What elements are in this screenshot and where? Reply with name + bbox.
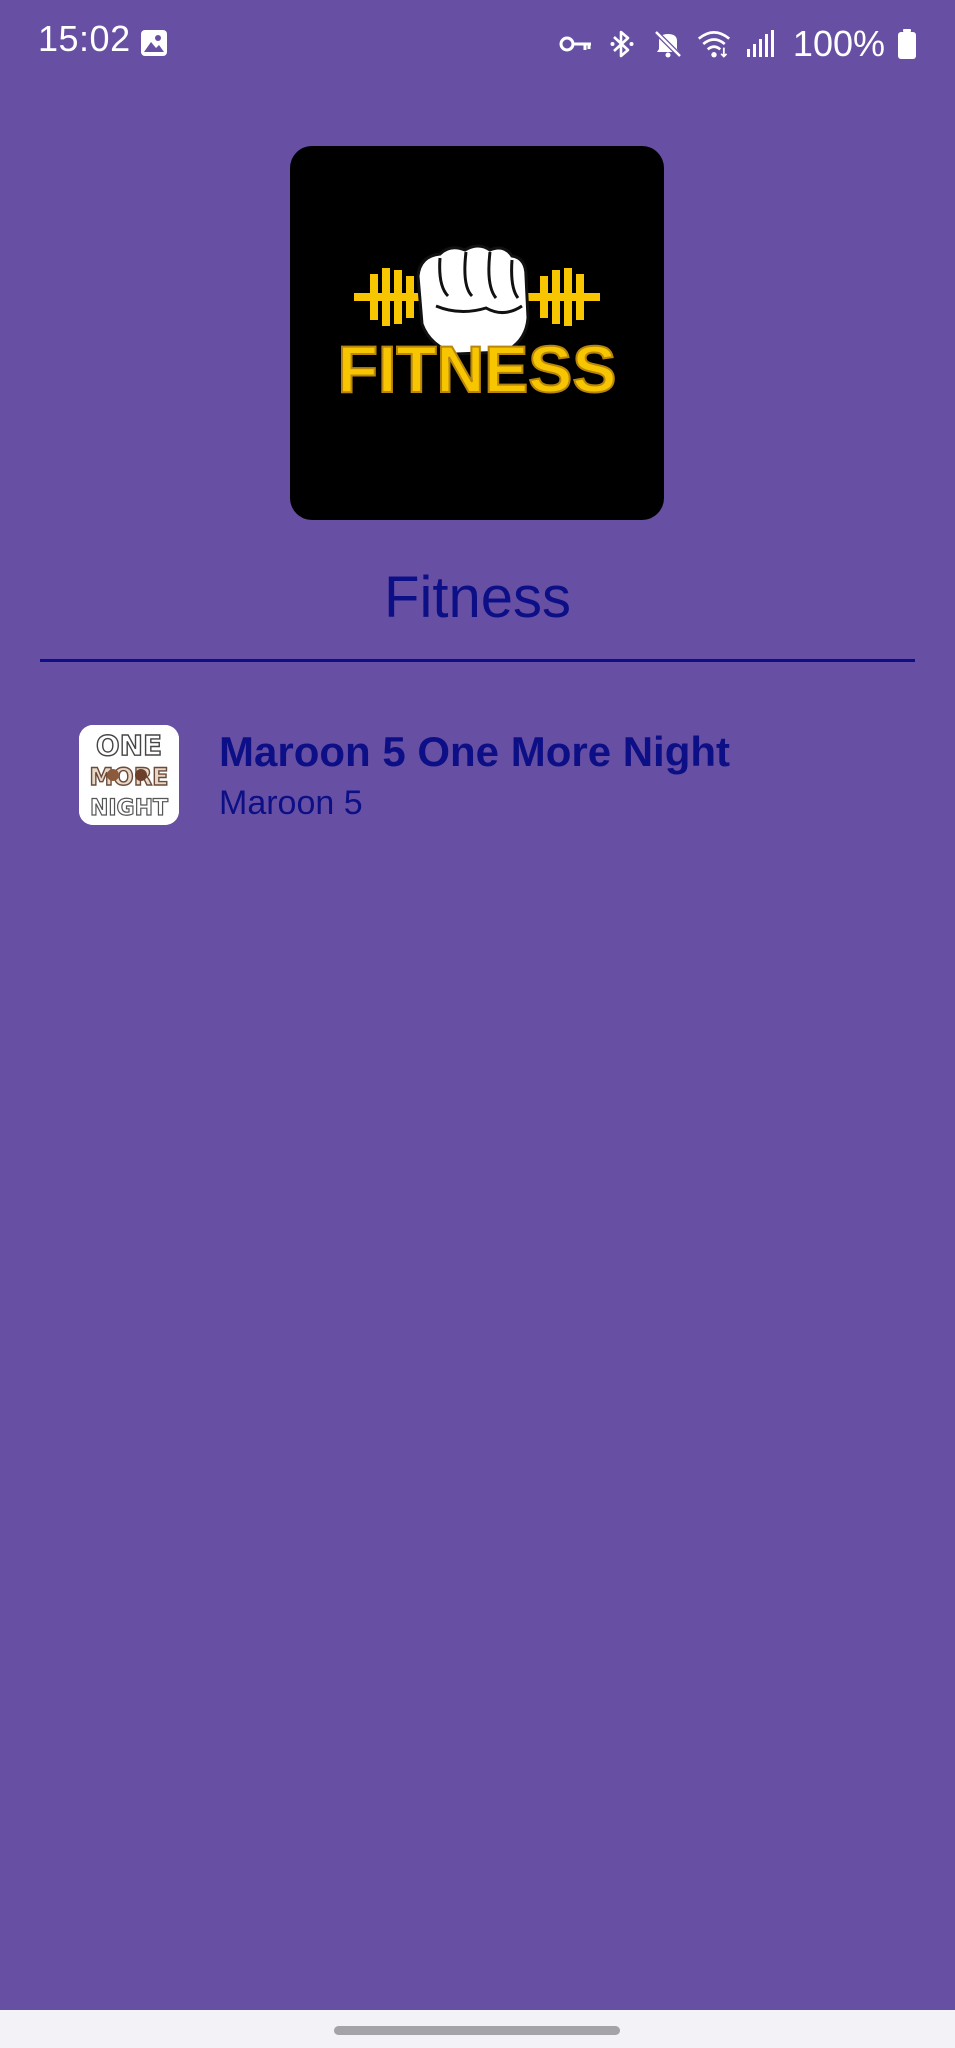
playlist-cover-art: FITNESS	[290, 146, 664, 520]
track-row[interactable]: ONE MORE NIGHT Maroon 5 One More Night M…	[0, 720, 955, 830]
fitness-logo-text: FITNESS	[338, 332, 617, 406]
vpn-key-icon	[559, 27, 593, 61]
system-nav-bar	[0, 2010, 955, 2048]
track-thumbnail: ONE MORE NIGHT	[79, 725, 179, 825]
battery-percent: 100%	[792, 23, 885, 64]
track-title: Maroon 5 One More Night	[219, 728, 731, 775]
gallery-icon	[140, 29, 168, 57]
artwork-line-3: NIGHT	[90, 796, 168, 821]
bluetooth-icon	[605, 27, 639, 61]
signal-icon	[743, 27, 777, 61]
fitness-logo-icon: FITNESS	[337, 244, 617, 407]
status-time: 15:02	[38, 18, 131, 59]
mute-icon	[651, 27, 685, 61]
battery-icon	[897, 27, 917, 61]
one-more-night-artwork-icon: ONE MORE NIGHT	[79, 725, 179, 825]
artwork-line-1: ONE	[96, 729, 162, 762]
track-artist: Maroon 5	[219, 784, 363, 822]
playlist-title: Fitness	[384, 565, 571, 630]
status-icons: 100%	[559, 18, 917, 70]
title-divider	[40, 659, 915, 662]
track-list: ONE MORE NIGHT Maroon 5 One More Night M…	[0, 720, 955, 830]
wifi-icon	[697, 27, 731, 61]
home-gesture-handle[interactable]	[334, 2026, 620, 2035]
status-bar: 15:02 100%	[0, 0, 955, 88]
artwork-line-2: MORE	[89, 763, 168, 791]
